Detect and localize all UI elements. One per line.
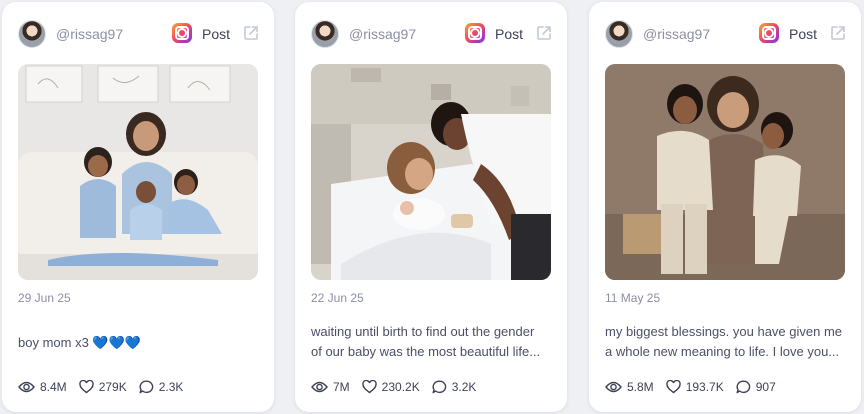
heart-icon	[78, 380, 94, 394]
post-caption: boy mom x3 💙💙💙	[18, 333, 258, 353]
caption-line: waiting until birth to find out the gend…	[311, 324, 535, 339]
comments-stat: 907	[736, 380, 776, 394]
post-type-label: Post	[201, 26, 230, 42]
avatar[interactable]	[605, 20, 633, 48]
post-card[interactable]: @rissag97 Post 11 May 25 my biggest bles…	[589, 2, 861, 412]
eye-icon	[311, 381, 328, 393]
heart-icon	[361, 380, 377, 394]
comments-count: 2.3K	[158, 380, 184, 394]
post-caption: waiting until birth to find out the gend…	[311, 322, 551, 362]
external-link-icon[interactable]	[242, 24, 260, 42]
views-stat: 7M	[311, 380, 350, 394]
eye-icon	[605, 381, 622, 393]
comments-stat: 2.3K	[139, 380, 184, 394]
post-stats: 8.4M 279K 2.3K	[18, 378, 195, 396]
post-type-label: Post	[494, 26, 523, 42]
comments-stat: 3.2K	[432, 380, 477, 394]
post-image[interactable]	[605, 64, 845, 280]
views-count: 8.4M	[40, 380, 67, 394]
post-header: @rissag97 Post	[311, 20, 553, 48]
views-stat: 8.4M	[18, 380, 67, 394]
views-count: 7M	[333, 380, 350, 394]
post-type-label: Post	[788, 26, 817, 42]
likes-count: 193.7K	[685, 380, 724, 394]
comments-count: 3.2K	[451, 380, 477, 394]
views-stat: 5.8M	[605, 380, 654, 394]
post-card[interactable]: @rissag97 Post 22 Jun 25 waiting until b…	[295, 2, 567, 412]
avatar[interactable]	[311, 20, 339, 48]
likes-stat: 279K	[78, 380, 127, 394]
likes-stat: 230.2K	[361, 380, 420, 394]
likes-count: 230.2K	[381, 380, 420, 394]
post-header: @rissag97 Post	[605, 20, 847, 48]
username[interactable]: @rissag97	[56, 26, 123, 42]
username[interactable]: @rissag97	[643, 26, 710, 42]
post-image[interactable]	[311, 64, 551, 280]
post-stats: 5.8M 193.7K 907	[605, 378, 788, 396]
external-link-icon[interactable]	[829, 24, 847, 42]
likes-stat: 193.7K	[665, 380, 724, 394]
instagram-icon	[465, 23, 485, 43]
comment-icon	[736, 380, 750, 394]
caption-line: my biggest blessings. you have given me	[605, 324, 843, 339]
post-date: 11 May 25	[605, 291, 661, 305]
comment-icon	[139, 380, 153, 394]
views-count: 5.8M	[627, 380, 654, 394]
caption-line: boy mom x3 💙💙💙	[18, 335, 141, 350]
post-card[interactable]: @rissag97 Post 29 Jun 25 boy mom x3 💙💙💙 …	[2, 2, 274, 412]
external-link-icon[interactable]	[535, 24, 553, 42]
username[interactable]: @rissag97	[349, 26, 416, 42]
post-stats: 7M 230.2K 3.2K	[311, 378, 488, 396]
heart-icon	[665, 380, 681, 394]
post-caption: my biggest blessings. you have given me …	[605, 322, 845, 362]
comments-count: 907	[755, 380, 776, 394]
caption-line: of our baby was the most beautiful life.…	[311, 344, 541, 359]
comment-icon	[432, 380, 446, 394]
post-image[interactable]	[18, 64, 258, 280]
post-date: 22 Jun 25	[311, 291, 364, 305]
post-date: 29 Jun 25	[18, 291, 71, 305]
avatar[interactable]	[18, 20, 46, 48]
likes-count: 279K	[98, 380, 127, 394]
eye-icon	[18, 381, 35, 393]
caption-line: a whole new meaning to life. I love you.…	[605, 344, 840, 359]
instagram-icon	[172, 23, 192, 43]
post-header: @rissag97 Post	[18, 20, 260, 48]
instagram-icon	[759, 23, 779, 43]
